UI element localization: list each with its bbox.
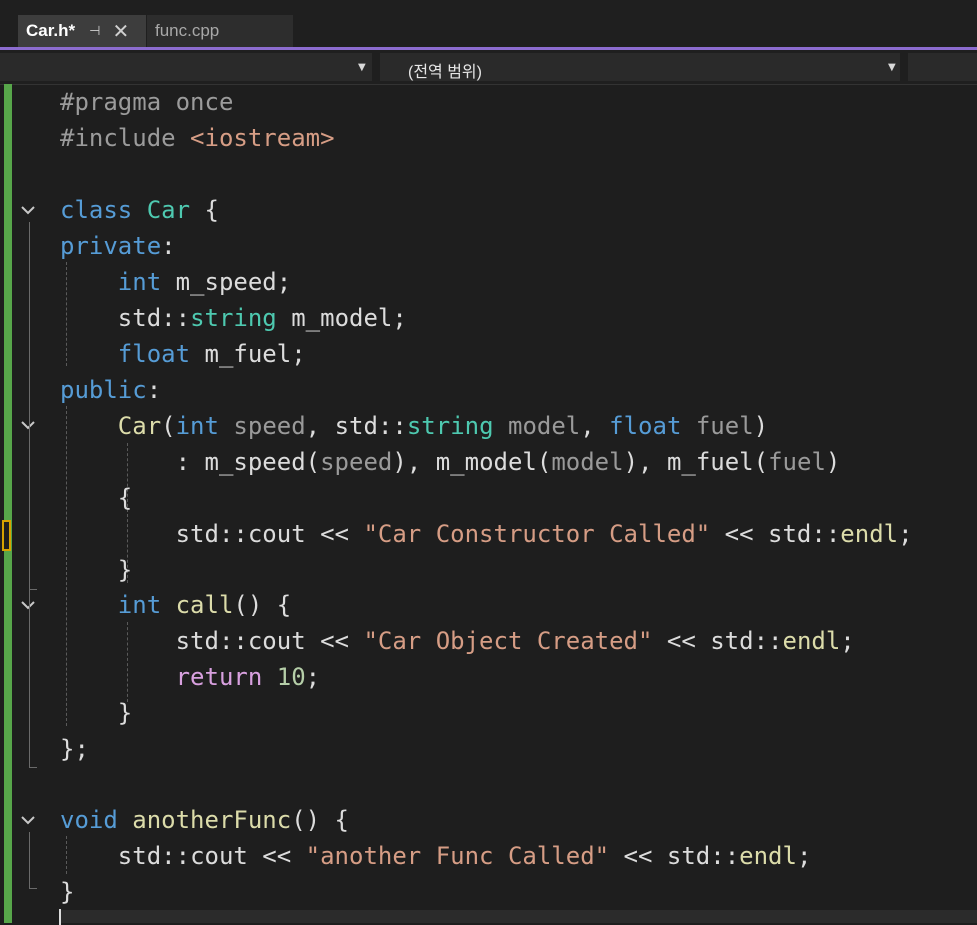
tab-label: Car.h*: [26, 21, 76, 40]
fold-region-line: [29, 437, 30, 589]
scope-dropdown-value: (전역 범위): [408, 64, 482, 81]
code-line: return 10;: [175, 663, 321, 691]
code-line: std::cout << "Car Object Created" << std…: [175, 627, 855, 655]
code-line: };: [60, 735, 89, 763]
chevron-down-icon: ▼: [888, 62, 896, 73]
horizontal-scrollbar[interactable]: [60, 910, 977, 923]
code-line: private:: [60, 232, 176, 260]
code-line: }: [60, 878, 75, 906]
document-tab-strip: Car.h* ⊣ ✕ func.cpp: [0, 0, 977, 48]
fold-chevron-icon[interactable]: [18, 415, 38, 435]
code-line: std::cout << "Car Constructor Called" <<…: [175, 520, 913, 548]
code-line: #include <iostream>: [60, 124, 335, 152]
unsaved-change-marker: [2, 520, 11, 551]
project-dropdown[interactable]: ▼: [0, 53, 372, 81]
code-line: #pragma once: [60, 88, 234, 116]
navigation-bar: ▼ (전역 범위) ▼: [0, 50, 977, 85]
code-editor[interactable]: #pragma once #include <iostream> class C…: [0, 84, 977, 925]
fold-region-end: [29, 888, 37, 889]
code-line: void anotherFunc() {: [60, 806, 349, 834]
pin-icon[interactable]: ⊣: [89, 23, 100, 39]
fold-chevron-icon[interactable]: [18, 595, 38, 615]
code-line: : m_speed(speed), m_model(model), m_fuel…: [60, 448, 841, 476]
code-line: }: [60, 699, 133, 727]
code-line: {: [60, 484, 133, 512]
code-line: public:: [60, 376, 162, 404]
code-line: class Car {: [60, 196, 219, 224]
code-line: Car(int speed, std::string model, float …: [117, 412, 769, 440]
fold-region-end: [29, 589, 37, 590]
chevron-down-icon: ▼: [358, 62, 366, 73]
tab-func-cpp[interactable]: func.cpp: [147, 15, 293, 47]
code-line: }: [60, 556, 133, 584]
code-line: std::cout << "another Func Called" << st…: [117, 842, 812, 870]
code-line: int call() {: [117, 591, 292, 619]
change-tracking-bar: [4, 84, 12, 923]
fold-region-line: [29, 617, 30, 735]
close-icon[interactable]: ✕: [112, 19, 129, 44]
fold-region-line: [29, 832, 30, 888]
code-line: float m_fuel;: [117, 340, 306, 368]
fold-region-end: [29, 767, 37, 768]
code-line: int m_speed;: [117, 268, 292, 296]
tab-label: func.cpp: [155, 21, 220, 40]
tab-car-h[interactable]: Car.h* ⊣ ✕: [18, 15, 146, 47]
member-dropdown[interactable]: [908, 53, 977, 81]
scope-dropdown[interactable]: (전역 범위) ▼: [380, 53, 900, 81]
code-line: std::string m_model;: [117, 304, 407, 332]
fold-chevron-icon[interactable]: [18, 200, 38, 220]
fold-chevron-icon[interactable]: [18, 810, 38, 830]
